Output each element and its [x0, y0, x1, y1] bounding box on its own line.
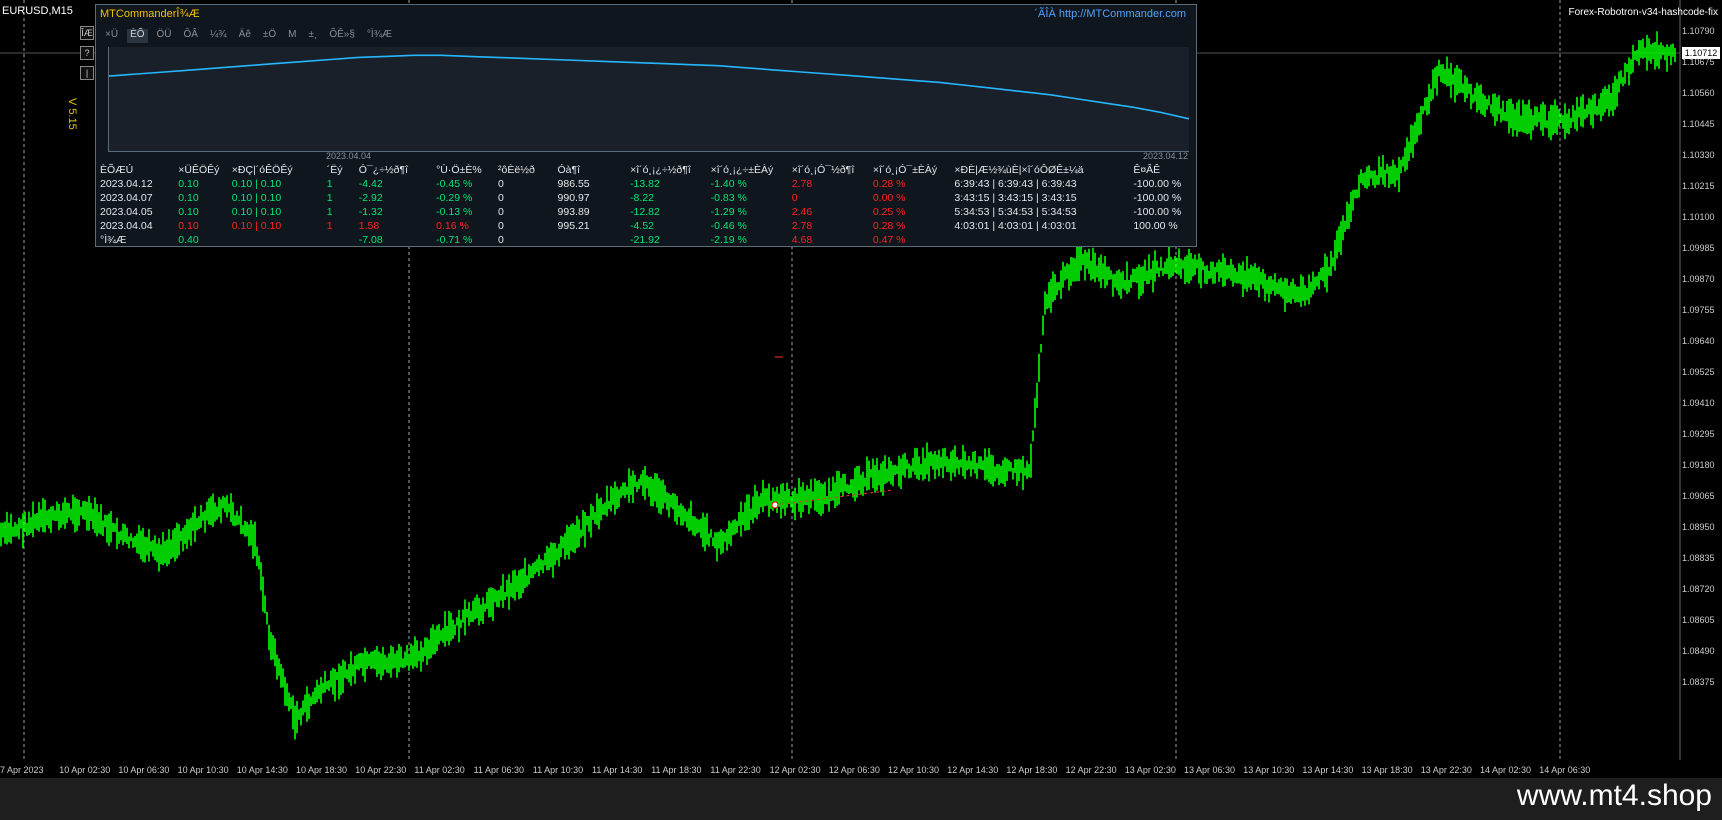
time-label: 7 Apr 2023 [0, 765, 44, 775]
time-label: 13 Apr 02:30 [1124, 765, 1176, 775]
table-row: 2023.04.04 0.10 0.10 | 0.10 1 1.58 0.16 % 0 995… [100, 220, 1178, 232]
price-level-label: 1.08490 [1682, 646, 1715, 656]
table-total-row: °Ì¾Æ 0.40 -7.08 -0.71 % 0 -21.92 -2.19 % 4.68 0.… [100, 234, 906, 246]
table-header: ×î´ó¸¡Ó¯½ð¶î [791, 164, 855, 176]
expert-advisor-label: Forex-Robotron-v34-hashcode-fix [1568, 7, 1718, 18]
price-level-label: 1.09065 [1682, 491, 1715, 501]
table-header: °Ù·Ö±È% [436, 164, 482, 176]
price-level-label: 1.09525 [1682, 367, 1715, 377]
panel-tab[interactable]: ¼¾ [207, 29, 230, 43]
trade-entry-marker [771, 501, 779, 509]
table-header: ×ÜÊÖÊý [178, 164, 220, 176]
time-label: 11 Apr 18:30 [651, 765, 702, 775]
panel-tab[interactable]: ÕÊ»§ [326, 29, 358, 43]
time-label: 14 Apr 06:30 [1539, 765, 1591, 775]
panel-tab[interactable]: ±¸ [306, 29, 321, 43]
price-level-label: 1.08605 [1682, 615, 1715, 625]
time-label: 10 Apr 06:30 [118, 765, 170, 775]
symbol-label: EURUSD,M15 [2, 5, 73, 17]
equity-curve-line [108, 54, 1190, 120]
table-header: Ó¯¿÷½ð¶î [358, 164, 409, 176]
time-label: 11 Apr 10:30 [532, 765, 584, 775]
mtcommander-panel: MTCommanderÎ¾Æ ´ÃÎÀ http://MTCommander.c… [95, 4, 1197, 247]
price-level-label: 1.10445 [1682, 119, 1715, 129]
panel-tab[interactable]: ÖÜ [154, 29, 175, 43]
table-row: 2023.04.12 0.10 0.10 | 0.10 1 -4.42 -0.45 % 0 9… [100, 178, 1182, 190]
price-level-label: 1.10560 [1682, 88, 1715, 98]
price-level-label: 1.10675 [1682, 57, 1715, 67]
table-header: ´Ëý [326, 164, 343, 176]
panel-tab[interactable]: ±Ö [260, 29, 279, 43]
price-level-label: 1.10100 [1682, 212, 1715, 222]
price-level-label: 1.09180 [1682, 460, 1715, 470]
equity-start-date: 2023.04.04 [326, 151, 372, 161]
table-header: ÈÕÆÚ [100, 164, 134, 176]
side-button-info[interactable]: ÎÆ [80, 26, 94, 40]
price-level-label: 1.09870 [1682, 274, 1715, 284]
mtcommander-link[interactable]: ´ÃÎÀ http://MTCommander.com [1034, 8, 1186, 20]
time-label: 10 Apr 02:30 [59, 765, 111, 775]
time-label: 13 Apr 22:30 [1420, 765, 1472, 775]
panel-tab[interactable]: ÈÕ [127, 29, 148, 43]
time-label: 12 Apr 22:30 [1065, 765, 1117, 775]
price-level-label: 1.09985 [1682, 243, 1715, 253]
table-header: ×î´ó¸¡¿÷±ÈÀý [710, 164, 774, 176]
time-label: 12 Apr 02:30 [769, 765, 821, 775]
panel-tab[interactable]: M [285, 29, 299, 43]
time-label: 11 Apr 14:30 [592, 765, 643, 775]
table-header: Óà¶î [557, 164, 581, 176]
footer-bar [0, 778, 1722, 820]
panel-tabs: ×Ü ÈÕ ÖÜ ÔÂ ¼¾ Äê ±Ö M ±¸ ÕÊ»§ °Ì¾Æ [102, 29, 395, 43]
version-label: V 5.15 [66, 98, 78, 130]
equity-end-date: 2023.04.12 [1143, 151, 1189, 161]
time-label: 13 Apr 06:30 [1184, 765, 1236, 775]
time-label: 13 Apr 14:30 [1302, 765, 1354, 775]
time-label: 10 Apr 22:30 [355, 765, 407, 775]
panel-tab[interactable]: Äê [236, 29, 254, 43]
table-row: 2023.04.07 0.10 0.10 | 0.10 1 -2.92 -0.29 % 0 9… [100, 192, 1182, 204]
time-label: 11 Apr 06:30 [473, 765, 524, 775]
time-label: 13 Apr 18:30 [1361, 765, 1413, 775]
panel-tab[interactable]: ÔÂ [181, 29, 201, 43]
price-level-label: 1.09410 [1682, 398, 1715, 408]
time-label: 13 Apr 10:30 [1243, 765, 1295, 775]
time-label: 12 Apr 06:30 [828, 765, 880, 775]
time-label: 12 Apr 10:30 [888, 765, 940, 775]
price-level-label: 1.09755 [1682, 305, 1715, 315]
table-header: ×ÐÇ|´óÊÖÊý [231, 164, 293, 176]
time-label: 12 Apr 14:30 [947, 765, 999, 775]
price-level-label: 1.09295 [1682, 429, 1715, 439]
side-button-toggle[interactable]: | [80, 66, 94, 80]
time-label: 12 Apr 18:30 [1006, 765, 1058, 775]
price-level-label: 1.08375 [1682, 677, 1715, 687]
table-header: ²ôÈë½ð [498, 164, 535, 176]
panel-title: MTCommanderÎ¾Æ [100, 8, 200, 20]
time-label: 11 Apr 02:30 [414, 765, 465, 775]
price-level-label: 1.08835 [1682, 553, 1715, 563]
table-row: 2023.04.05 0.10 0.10 | 0.10 1 -1.32 -0.13 % 0 9… [100, 206, 1182, 218]
table-header: Ê¤ÂÊ [1133, 164, 1161, 176]
time-label: 10 Apr 18:30 [296, 765, 348, 775]
panel-tab[interactable]: °Ì¾Æ [364, 29, 395, 43]
time-label: 10 Apr 10:30 [177, 765, 229, 775]
table-header: ×î´ó¸¡Ó¯±ÈÀý [872, 164, 938, 176]
price-level-label: 1.08720 [1682, 584, 1715, 594]
watermark: www.mt4.shop [1516, 779, 1712, 812]
table-header: ×ÐÈ|Æ½¾ùÈ|×î´óÔØÊ±¼ä [954, 164, 1084, 176]
price-level-label: 1.10330 [1682, 150, 1715, 160]
table-header: ×î´ó¸¡¿÷½ð¶î [630, 164, 691, 176]
price-level-label: 1.10790 [1682, 26, 1715, 36]
trade-stats-table: ÈÕÆÚ ×ÜÊÖÊý ×ÐÇ|´óÊÖÊý ´Ëý Ó¯¿÷½ð¶î °Ù·Ö±È% ²ô… [100, 163, 1196, 247]
time-label: 11 Apr 22:30 [710, 765, 761, 775]
equity-curve-plot [108, 47, 1190, 152]
side-button-help[interactable]: ? [80, 46, 94, 60]
price-level-label: 1.10215 [1682, 181, 1715, 191]
panel-tab[interactable]: ×Ü [102, 29, 121, 43]
time-label: 14 Apr 02:30 [1480, 765, 1532, 775]
price-level-label: 1.09640 [1682, 336, 1715, 346]
price-level-label: 1.08950 [1682, 522, 1715, 532]
time-label: 10 Apr 14:30 [236, 765, 288, 775]
